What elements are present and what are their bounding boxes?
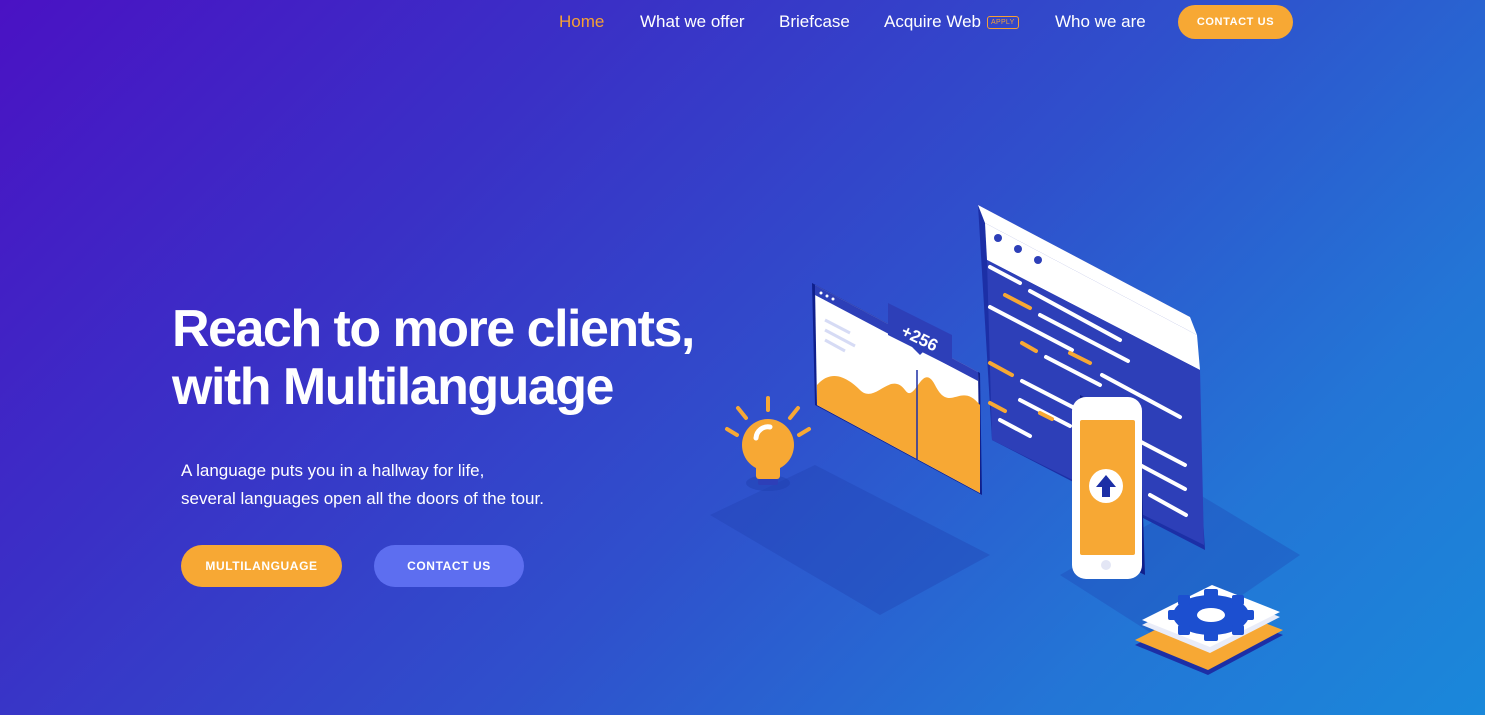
apply-badge: APPLY bbox=[987, 16, 1019, 29]
smartphone-icon bbox=[1072, 395, 1145, 579]
hero-subtitle-line2: several languages open all the doors of … bbox=[181, 489, 544, 508]
nav-item-acquire-web[interactable]: Acquire Web APPLY bbox=[884, 12, 1019, 32]
hero-contact-us-button[interactable]: CONTACT US bbox=[374, 545, 524, 587]
nav-contact-us-button[interactable]: CONTACT US bbox=[1178, 5, 1293, 39]
hero-subtitle-line1: A language puts you in a hallway for lif… bbox=[181, 461, 485, 480]
browser-window-icon: +256 bbox=[812, 283, 982, 495]
nav-item-home[interactable]: Home bbox=[559, 12, 604, 32]
hero-subtitle: A language puts you in a hallway for lif… bbox=[181, 457, 681, 513]
hero-title: Reach to more clients, with Multilanguag… bbox=[172, 300, 732, 416]
nav-item-what-we-offer[interactable]: What we offer bbox=[640, 12, 745, 32]
nav-item-who-we-are[interactable]: Who we are bbox=[1055, 12, 1146, 32]
nav-item-briefcase[interactable]: Briefcase bbox=[779, 12, 850, 32]
hero-title-line2: with Multilanguage bbox=[172, 358, 614, 416]
hero-illustration: +256 bbox=[710, 205, 1300, 675]
multilanguage-button[interactable]: MULTILANGUAGE bbox=[181, 545, 342, 587]
hero-title-line1: Reach to more clients, bbox=[172, 300, 695, 358]
nav-item-acquire-web-label: Acquire Web bbox=[884, 12, 982, 31]
top-navigation: Home What we offer Briefcase Acquire Web… bbox=[0, 0, 1485, 44]
